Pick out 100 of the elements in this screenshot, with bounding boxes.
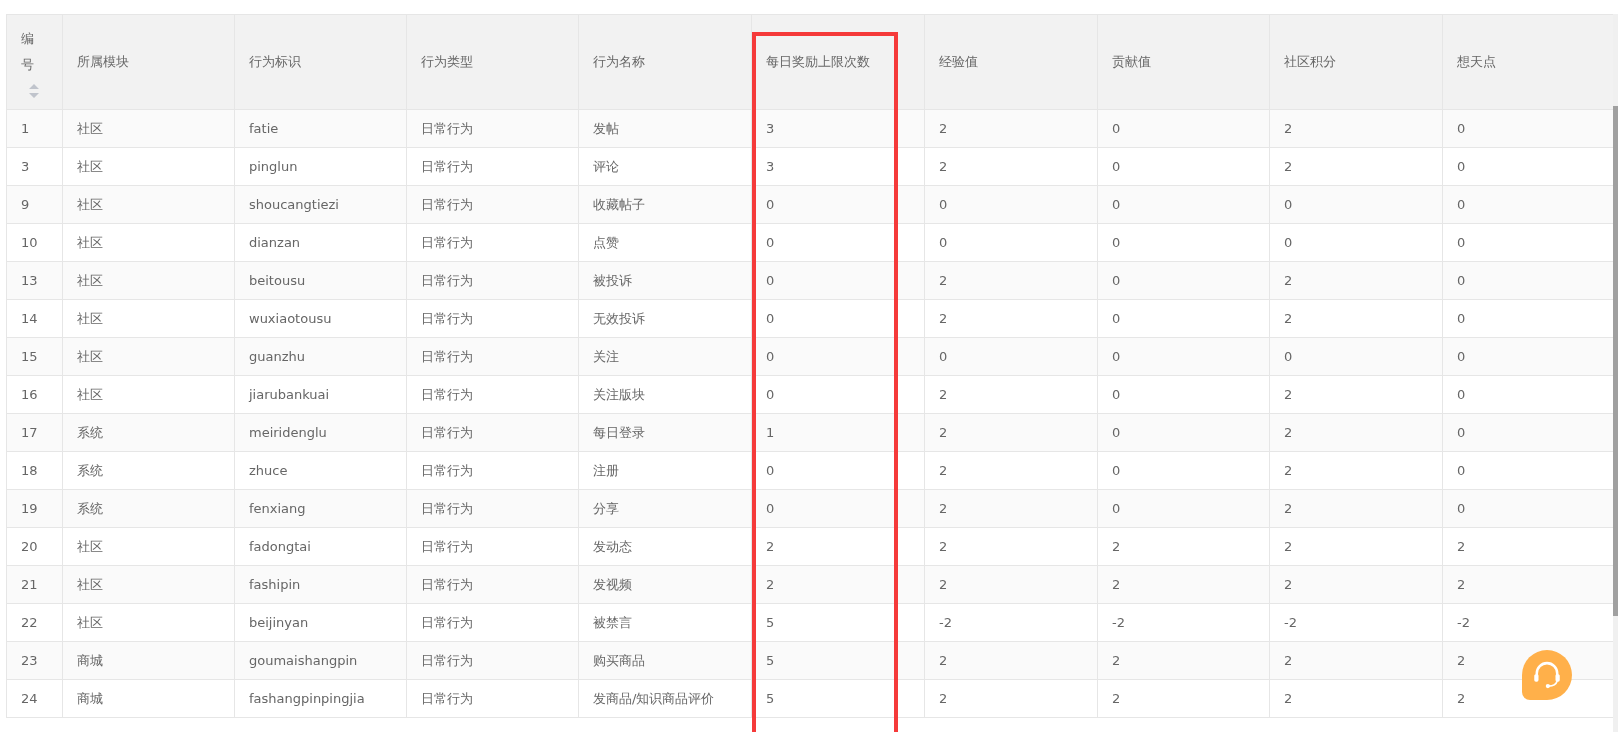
- column-header-label: 编号: [21, 30, 34, 74]
- table-cell: 社区: [77, 196, 103, 212]
- table-cell: 日常行为: [421, 500, 473, 516]
- table-cell: 2: [939, 121, 948, 136]
- table-cell: 21: [21, 577, 38, 592]
- table-cell: 2: [1284, 273, 1293, 288]
- table-cell: 0: [1112, 235, 1121, 250]
- table-cell: guanzhu: [249, 349, 305, 364]
- table-cell: 社区: [77, 348, 103, 364]
- table-cell: 2: [1284, 159, 1293, 174]
- table-cell: 2: [1284, 121, 1293, 136]
- table-cell: 日常行为: [421, 690, 473, 706]
- table-cell: 9: [21, 197, 30, 212]
- table-cell: 关注版块: [593, 386, 645, 402]
- table-cell: 0: [1112, 197, 1121, 212]
- table-cell: 评论: [593, 158, 619, 174]
- table-cell: 2: [939, 463, 948, 478]
- table-cell: 2: [1112, 577, 1121, 592]
- table-cell: 2: [1284, 387, 1293, 402]
- column-header-label: 所属模块: [77, 53, 129, 71]
- table-cell: 0: [1112, 501, 1121, 516]
- table-cell: 2: [766, 539, 775, 554]
- table-cell: 3: [766, 159, 775, 174]
- table-cell: 0: [766, 387, 775, 402]
- table-cell: 社区: [77, 386, 103, 402]
- table-cell: 0: [939, 349, 948, 364]
- table-cell: 2: [1112, 653, 1121, 668]
- table-cell: 发商品/知识商品评价: [593, 690, 715, 706]
- table-cell: 17: [21, 425, 38, 440]
- table-cell: 13: [21, 273, 38, 288]
- table-cell: zhuce: [249, 463, 288, 478]
- table-cell: 社区: [77, 576, 103, 592]
- table-cell: 0: [1457, 349, 1466, 364]
- table-cell: 2: [1457, 691, 1466, 706]
- table-cell: 0: [1284, 349, 1293, 364]
- table-cell: 社区: [77, 310, 103, 326]
- table-cell: 0: [1457, 501, 1466, 516]
- table-cell: 15: [21, 349, 38, 364]
- column-header-label: 社区积分: [1284, 53, 1336, 71]
- table-cell: 日常行为: [421, 196, 473, 212]
- table-cell: 日常行为: [421, 310, 473, 326]
- table-cell: 日常行为: [421, 462, 473, 478]
- table-cell: 0: [766, 501, 775, 516]
- table-cell: beitousu: [249, 273, 306, 288]
- table-cell: -2: [1284, 615, 1297, 630]
- table-cell: 3: [766, 121, 775, 136]
- column-header-label: 行为标识: [249, 53, 301, 71]
- table-cell: 社区: [77, 614, 103, 630]
- table-cell: 14: [21, 311, 38, 326]
- table-cell: 0: [1457, 311, 1466, 326]
- table-cell: beijinyan: [249, 615, 309, 630]
- table-cell: 2: [1284, 501, 1293, 516]
- table-cell: 0: [1457, 273, 1466, 288]
- sort-icon[interactable]: [29, 84, 39, 98]
- table-cell: 0: [1112, 121, 1121, 136]
- table-cell: 2: [1112, 539, 1121, 554]
- table-cell: 2: [939, 159, 948, 174]
- table-cell: 20: [21, 539, 38, 554]
- table-cell: 被投诉: [593, 272, 632, 288]
- table-cell: 点赞: [593, 234, 619, 250]
- table-cell: 5: [766, 615, 775, 630]
- table-cell: 2: [1284, 691, 1293, 706]
- table-cell: 社区: [77, 538, 103, 554]
- column-header-label: 每日奖励上限次数: [766, 53, 870, 71]
- support-chat-button[interactable]: [1522, 650, 1572, 700]
- table-cell: 0: [766, 463, 775, 478]
- table-cell: 日常行为: [421, 234, 473, 250]
- table-cell: 0: [1112, 159, 1121, 174]
- table-cell: 10: [21, 235, 38, 250]
- table-cell: 0: [1112, 425, 1121, 440]
- table-cell: 2: [939, 425, 948, 440]
- table-cell: 2: [1284, 463, 1293, 478]
- table-cell: 日常行为: [421, 424, 473, 440]
- table-cell: 2: [1457, 539, 1466, 554]
- table-cell: 0: [1112, 349, 1121, 364]
- table-cell: 社区: [77, 272, 103, 288]
- table-cell: 0: [1457, 121, 1466, 136]
- table-cell: 2: [939, 691, 948, 706]
- table-cell: 日常行为: [421, 386, 473, 402]
- table-cell: 0: [766, 273, 775, 288]
- table-cell: dianzan: [249, 235, 301, 250]
- table-cell: fatie: [249, 121, 279, 136]
- table-cell: 社区: [77, 158, 103, 174]
- table-cell: 日常行为: [421, 614, 473, 630]
- scrollbar[interactable]: [1613, 14, 1618, 732]
- column-header-label: 行为名称: [593, 53, 645, 71]
- scrollbar-thumb[interactable]: [1613, 106, 1618, 616]
- table-cell: fadongtai: [249, 539, 311, 554]
- table-cell: fashipin: [249, 577, 301, 592]
- table-cell: 0: [1284, 197, 1293, 212]
- table-cell: 社区: [77, 234, 103, 250]
- table-cell: 2: [1284, 577, 1293, 592]
- table-cell: 0: [1457, 197, 1466, 212]
- table-cell: 社区: [77, 120, 103, 136]
- table-cell: meiridenglu: [249, 425, 327, 440]
- table-cell: pinglun: [249, 159, 298, 174]
- table-cell: 0: [1457, 463, 1466, 478]
- table-cell: 19: [21, 501, 38, 516]
- table-cell: shoucangtiezi: [249, 197, 339, 212]
- table-cell: 3: [21, 159, 30, 174]
